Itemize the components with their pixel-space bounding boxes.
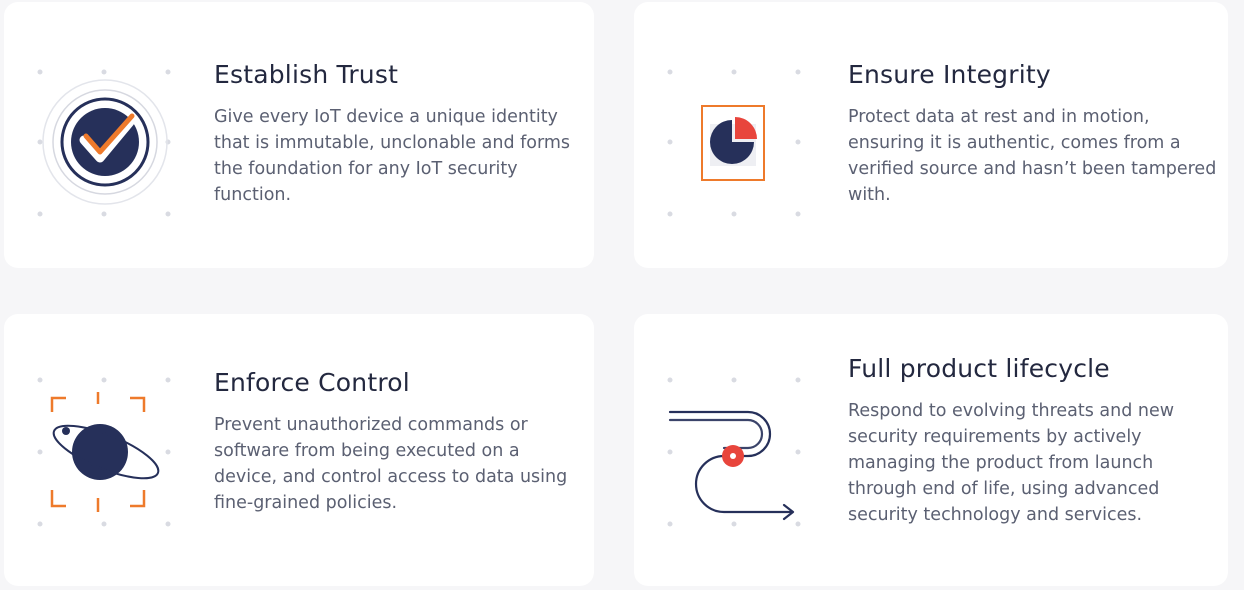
card-title: Full product lifecycle (848, 354, 1110, 383)
verified-badge-icon (30, 62, 180, 222)
card-description: Protect data at rest and in motion, ensu… (848, 107, 1217, 205)
card-title: Establish Trust (214, 60, 399, 89)
feature-card-full-product-lifecycle: Full product lifecycle Respond to evolvi… (634, 314, 1228, 586)
card-title: Enforce Control (214, 368, 410, 397)
lifecycle-path-icon (660, 372, 810, 532)
feature-text: Ensure Integrity Protect data at rest an… (848, 58, 1218, 208)
feature-card-establish-trust: Establish Trust Give every IoT device a … (4, 2, 594, 268)
feature-grid: Establish Trust Give every IoT device a … (0, 0, 1244, 590)
card-description: Give every IoT device a unique identity … (214, 107, 571, 205)
card-description: Prevent unauthorized commands or softwar… (214, 415, 568, 513)
feature-text: Establish Trust Give every IoT device a … (214, 58, 584, 208)
card-title: Ensure Integrity (848, 60, 1051, 89)
card-description: Respond to evolving threats and new secu… (848, 401, 1175, 525)
feature-text: Full product lifecycle Respond to evolvi… (848, 352, 1218, 528)
feature-card-ensure-integrity: Ensure Integrity Protect data at rest an… (634, 2, 1228, 268)
orbit-target-icon (30, 372, 180, 532)
feature-text: Enforce Control Prevent unauthorized com… (214, 366, 584, 516)
pie-shield-icon (660, 62, 810, 222)
feature-card-enforce-control: Enforce Control Prevent unauthorized com… (4, 314, 594, 586)
